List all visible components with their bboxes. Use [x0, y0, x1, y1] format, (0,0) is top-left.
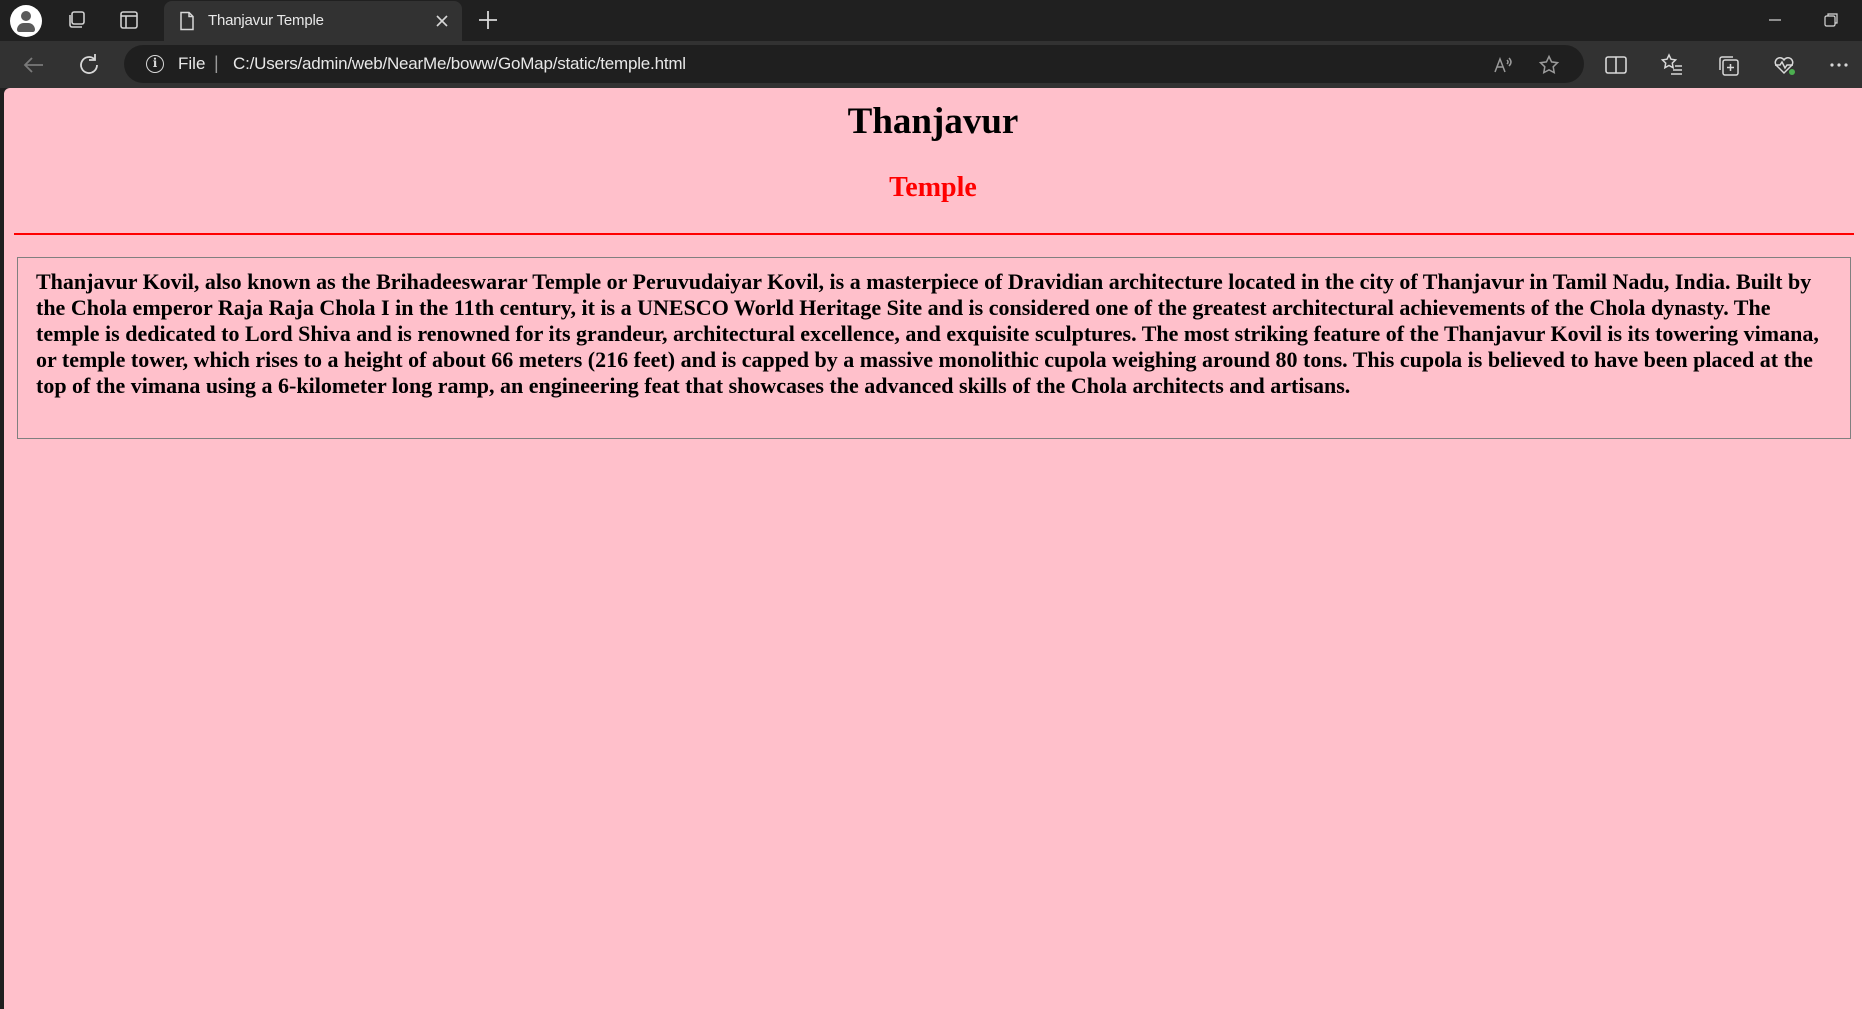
profile-avatar-icon[interactable]: [10, 5, 42, 37]
address-bar[interactable]: i File | C:/Users/admin/web/NearMe/boww/…: [124, 45, 1584, 83]
read-aloud-icon[interactable]: [1492, 54, 1514, 76]
scheme-label: File: [178, 54, 206, 73]
page-icon: [180, 11, 194, 31]
info-icon[interactable]: i: [146, 55, 164, 73]
description-box: Thanjavur Kovil, also known as the Briha…: [17, 257, 1851, 439]
close-icon[interactable]: [432, 11, 452, 31]
page-subtitle: Temple: [889, 172, 977, 203]
tab-title: Thanjavur Temple: [208, 12, 324, 29]
browser-toolbar: i File | C:/Users/admin/web/NearMe/boww/…: [0, 41, 1862, 88]
collections-icon[interactable]: [1715, 52, 1741, 78]
restore-icon[interactable]: [1819, 8, 1843, 32]
page-title: Thanjavur: [847, 101, 1019, 142]
favorites-list-icon[interactable]: [1659, 52, 1685, 78]
more-icon[interactable]: [1826, 52, 1852, 78]
back-arrow-icon[interactable]: [20, 51, 48, 79]
minimize-icon[interactable]: [1763, 8, 1787, 32]
browser-titlebar: Thanjavur Temple: [0, 0, 1862, 41]
star-icon[interactable]: [1538, 54, 1560, 76]
address-separator: |: [214, 53, 219, 73]
description-text: Thanjavur Kovil, also known as the Briha…: [36, 269, 1819, 398]
split-screen-icon[interactable]: [1603, 52, 1629, 78]
vertical-tabs-icon[interactable]: [117, 8, 141, 32]
plus-icon[interactable]: [476, 8, 500, 32]
refresh-icon[interactable]: [75, 51, 103, 79]
url-text[interactable]: C:/Users/admin/web/NearMe/boww/GoMap/sta…: [233, 54, 686, 74]
workspaces-icon[interactable]: [65, 8, 89, 32]
divider: [14, 233, 1854, 235]
page-viewport: Thanjavur Temple Thanjavur Kovil, also k…: [4, 88, 1862, 1009]
tab-thanjavur-temple[interactable]: Thanjavur Temple: [164, 1, 462, 41]
heartbeat-icon[interactable]: [1771, 52, 1797, 78]
